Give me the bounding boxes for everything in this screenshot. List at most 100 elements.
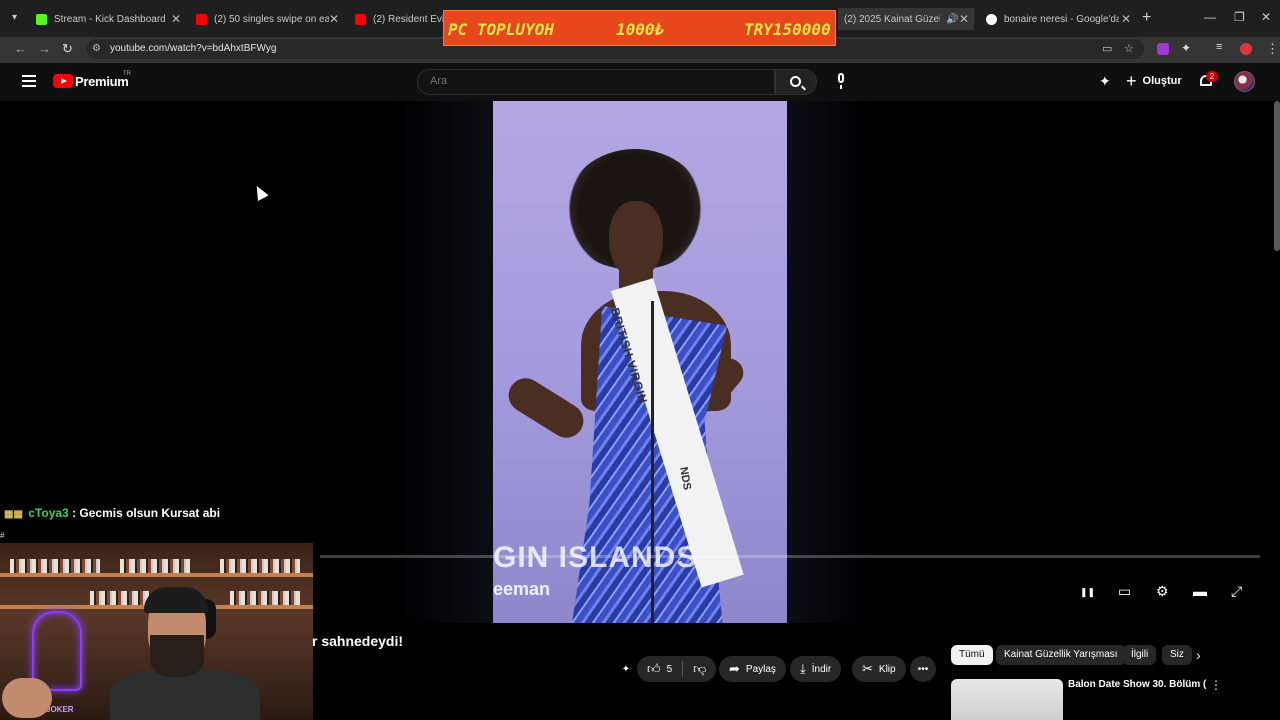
create-label: Oluştur <box>1142 75 1182 87</box>
browser-menu-icon[interactable]: ⋮ <box>1266 41 1279 57</box>
media-controls-icon[interactable]: ≡ <box>1216 41 1222 53</box>
share-label: Paylaş <box>745 663 776 675</box>
video-frame[interactable]: BRITISH VIRGIN NDS GIN ISLANDS eeman <box>493 101 787 623</box>
screen: ▾ Stream - Kick Dashboard ✕ (2) 50 singl… <box>0 0 1280 720</box>
recommended-video-title[interactable]: Balon Date Show 30. Bölüm ( <box>1068 679 1206 690</box>
more-actions-button[interactable]: ••• <box>910 656 936 682</box>
tab-title: bonaire neresi - Google'da Ara <box>1004 13 1119 25</box>
chip-related[interactable]: İlgili <box>1123 645 1157 665</box>
stream-overlay-banner: PC TOPLUYOH 1000₺ TRY150000 <box>443 10 836 46</box>
tab-title: Stream - Kick Dashboard <box>54 13 166 25</box>
chevron-right-icon[interactable]: › <box>1196 647 1201 663</box>
pause-icon[interactable]: ❚❚ <box>1080 587 1095 598</box>
tab-title: (2) 2025 Kainat Güzellik Yar <box>844 13 940 25</box>
plus-icon: + <box>1126 70 1137 91</box>
audio-playing-icon[interactable]: 🔊 <box>946 14 958 25</box>
cast-icon[interactable]: ▭ <box>1102 42 1112 55</box>
chip-kainat[interactable]: Kainat Güzellik Yarışması <box>996 645 1126 665</box>
browser-tab-youtube-singles[interactable]: (2) 50 singles swipe on each ot ✕ <box>196 8 340 30</box>
more-vert-icon[interactable]: ⋮ <box>1210 678 1222 692</box>
dislike-icon[interactable]: 👎︎ <box>693 661 706 677</box>
like-count[interactable]: 5 <box>667 664 673 675</box>
video-title: r sahnedeydi! <box>312 633 404 649</box>
video-lower-third-name: eeman <box>493 579 551 599</box>
tab-title: (2) Resident Evil Requ <box>373 13 443 25</box>
extensions-puzzle-icon[interactable]: ✦ <box>1181 41 1191 55</box>
voice-search-button[interactable] <box>829 70 853 94</box>
youtube-favicon-icon <box>196 13 207 25</box>
back-icon[interactable]: ← <box>14 41 27 56</box>
menu-icon[interactable] <box>22 75 36 87</box>
like-dislike-group: 👍︎ 5 👎︎ <box>637 656 717 682</box>
subtitles-icon[interactable]: ▭ <box>1118 583 1131 600</box>
browser-tab-resident-evil[interactable]: (2) Resident Evil Requ <box>355 8 443 30</box>
like-icon[interactable]: 👍︎ <box>647 661 661 677</box>
settings-gear-icon[interactable]: ⚙ <box>1156 583 1169 600</box>
chat-message: ▦▦ cToya3 : Gecmis olsun Kursat abi <box>4 506 220 520</box>
chat-text: : Gecmis olsun Kursat abi <box>72 506 221 520</box>
video-progress-bar[interactable] <box>320 555 1260 558</box>
google-favicon-icon <box>986 13 997 25</box>
bookmark-star-icon[interactable]: ☆ <box>1124 42 1134 55</box>
minimize-icon[interactable]: — <box>1204 10 1216 24</box>
url-text[interactable]: youtube.com/watch?v=bdAhxtBFWyg <box>110 43 276 54</box>
window-close-icon[interactable]: ✕ <box>1261 10 1271 24</box>
contestant-face <box>609 201 663 279</box>
tab-search-dropdown-icon[interactable]: ▾ <box>12 12 17 23</box>
gemini-sparkle-icon[interactable]: ✦ <box>1099 73 1111 90</box>
chat-badge-icon: ▦▦ <box>4 509 23 520</box>
region-code: TR <box>123 71 131 77</box>
scissors-icon: ✂ <box>862 661 873 676</box>
youtube-header: Premium TR ✦ + Oluştur 2 <box>0 63 1280 101</box>
recommended-video-thumbnail[interactable] <box>951 679 1063 720</box>
chip-for-you[interactable]: Siz <box>1162 645 1192 665</box>
extension-icon[interactable] <box>1157 43 1169 55</box>
clip-label: Klip <box>878 663 896 675</box>
search-box <box>417 69 775 95</box>
avatar[interactable] <box>1234 71 1255 92</box>
kick-favicon-icon <box>36 13 47 25</box>
notification-badge: 2 <box>1206 71 1218 82</box>
youtube-logo-icon[interactable] <box>53 74 73 88</box>
browser-tab-kick[interactable]: Stream - Kick Dashboard ✕ <box>36 8 182 30</box>
download-button[interactable]: ⤓ İndir <box>790 656 842 682</box>
theater-mode-icon[interactable]: ▬ <box>1193 583 1207 599</box>
microphone-icon <box>838 73 844 83</box>
close-tab-icon[interactable]: ✕ <box>1120 12 1132 26</box>
chat-icon: # <box>0 531 5 540</box>
new-tab-icon[interactable]: + <box>1142 9 1151 27</box>
browser-tab-google[interactable]: bonaire neresi - Google'da Ara ✕ <box>986 8 1132 30</box>
forward-icon[interactable]: → <box>38 41 51 56</box>
create-button[interactable]: + Oluştur <box>1126 71 1182 91</box>
page-scrollbar[interactable] <box>1274 101 1280 251</box>
chip-all[interactable]: Tümü <box>951 645 993 665</box>
streamer-webcam: JOKER <box>0 543 313 720</box>
search-icon <box>790 76 801 87</box>
share-icon: ➦ <box>729 661 740 676</box>
close-tab-icon[interactable]: ✕ <box>958 12 970 26</box>
tab-title: (2) 50 singles swipe on each ot <box>214 13 329 25</box>
profile-icon[interactable] <box>1240 43 1252 55</box>
ask-ai-sparkle-icon[interactable]: ✦ <box>616 656 636 682</box>
download-label: İndir <box>811 663 832 675</box>
browser-tab-kainat-active[interactable]: (2) 2025 Kainat Güzellik Yar 🔊 ✕ <box>838 8 974 30</box>
clip-button[interactable]: ✂ Klip <box>852 656 906 682</box>
search-button[interactable] <box>775 69 817 95</box>
site-info-icon[interactable]: ⚙ <box>92 43 101 54</box>
video-lower-third: GIN ISLANDS <box>493 541 698 574</box>
close-tab-icon[interactable]: ✕ <box>328 12 340 26</box>
chat-username: cToya3 <box>28 506 69 520</box>
download-icon: ⤓ <box>800 661 806 676</box>
banner-middle-text: 1000₺ <box>616 20 665 39</box>
youtube-premium-logo-text[interactable]: Premium <box>75 74 129 89</box>
search-input[interactable] <box>430 75 760 87</box>
share-button[interactable]: ➦ Paylaş <box>719 656 786 682</box>
mouse-cursor <box>251 183 269 201</box>
fullscreen-icon[interactable]: ⤢ <box>1231 583 1242 600</box>
close-tab-icon[interactable]: ✕ <box>170 12 182 26</box>
restore-icon[interactable]: ❐ <box>1234 10 1245 24</box>
reload-icon[interactable]: ↻ <box>62 41 73 57</box>
banner-left-text: PC TOPLUYOH <box>448 20 554 39</box>
banner-right-text: TRY150000 <box>744 20 831 39</box>
youtube-favicon-icon <box>355 13 366 25</box>
